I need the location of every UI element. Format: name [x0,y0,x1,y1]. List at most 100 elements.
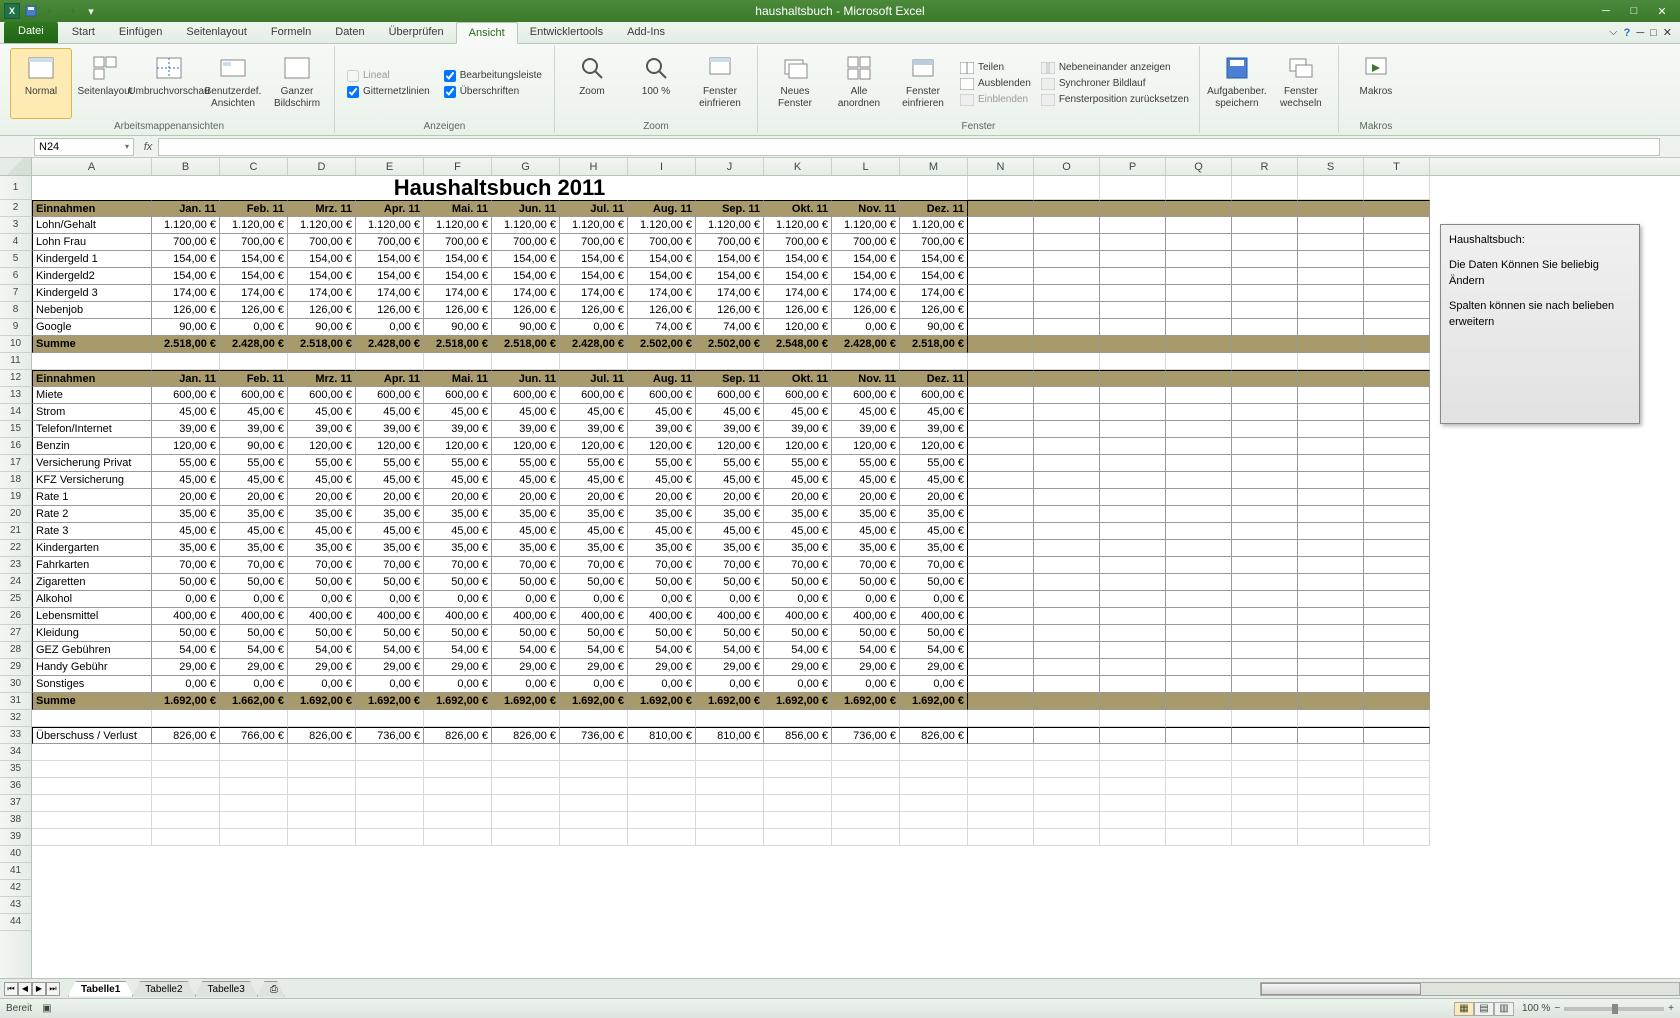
cell[interactable]: 826,00 € [900,727,968,744]
cell[interactable] [1298,234,1364,251]
cell[interactable] [1166,710,1232,727]
cell[interactable]: Feb. 11 [220,370,288,387]
cell[interactable] [1100,557,1166,574]
cell[interactable] [1100,234,1166,251]
cell[interactable] [1100,659,1166,676]
cell[interactable] [1232,591,1298,608]
cell[interactable] [1100,489,1166,506]
cell[interactable]: Jun. 11 [492,370,560,387]
cell[interactable] [968,744,1034,761]
cell[interactable] [1034,540,1100,557]
cell[interactable]: 35,00 € [152,506,220,523]
cell[interactable]: 0,00 € [492,591,560,608]
new-window-button[interactable]: Neues Fenster [764,48,826,119]
cell[interactable] [356,795,424,812]
cell[interactable]: 700,00 € [832,234,900,251]
cell[interactable]: 600,00 € [900,387,968,404]
cell[interactable]: 126,00 € [900,302,968,319]
cell[interactable]: 1.120,00 € [628,217,696,234]
cell[interactable] [1100,251,1166,268]
cell[interactable] [424,795,492,812]
cell[interactable]: 70,00 € [152,557,220,574]
cell[interactable] [1100,302,1166,319]
cell[interactable]: 45,00 € [696,404,764,421]
cell[interactable] [1298,727,1364,744]
cell[interactable] [1364,336,1430,353]
cell[interactable]: 400,00 € [560,608,628,625]
cell[interactable] [1100,200,1166,217]
cell[interactable]: 1.120,00 € [492,217,560,234]
cell[interactable]: 120,00 € [764,438,832,455]
cell[interactable]: 736,00 € [832,727,900,744]
cell[interactable]: 35,00 € [560,506,628,523]
cell[interactable]: 54,00 € [764,642,832,659]
cell[interactable] [1100,693,1166,710]
maximize-button[interactable]: □ [1620,3,1648,19]
col-header-O[interactable]: O [1034,158,1100,175]
cell[interactable] [1232,761,1298,778]
cell[interactable]: 600,00 € [424,387,492,404]
cell[interactable]: 50,00 € [628,574,696,591]
cell[interactable] [1364,285,1430,302]
cell[interactable]: 154,00 € [356,251,424,268]
cell[interactable] [1100,523,1166,540]
cell[interactable]: 45,00 € [152,472,220,489]
cell[interactable]: 600,00 € [288,387,356,404]
cell[interactable] [968,268,1034,285]
cell[interactable] [968,710,1034,727]
cell[interactable]: 154,00 € [560,268,628,285]
cell[interactable]: 29,00 € [492,659,560,676]
col-header-B[interactable]: B [152,158,220,175]
cell[interactable] [1100,421,1166,438]
cell[interactable]: 50,00 € [288,625,356,642]
qat-save-icon[interactable] [22,2,40,20]
cell[interactable] [832,761,900,778]
cell[interactable]: 700,00 € [900,234,968,251]
cell[interactable]: Strom [32,404,152,421]
cell[interactable] [288,829,356,846]
ribbon-tab-add-ins[interactable]: Add-Ins [615,22,677,43]
cell[interactable]: 126,00 € [560,302,628,319]
cell[interactable]: 35,00 € [696,540,764,557]
cell[interactable]: 55,00 € [492,455,560,472]
cell[interactable] [1166,795,1232,812]
cell[interactable]: Mai. 11 [424,200,492,217]
cell[interactable]: 29,00 € [424,659,492,676]
cell[interactable] [152,744,220,761]
cell[interactable]: 74,00 € [628,319,696,336]
cell[interactable]: 45,00 € [900,404,968,421]
cell[interactable]: Lohn/Gehalt [32,217,152,234]
sheet-tab-tabelle3[interactable]: Tabelle3 [195,981,258,997]
cell[interactable] [1034,421,1100,438]
cell[interactable]: 154,00 € [424,251,492,268]
cell[interactable]: 35,00 € [356,540,424,557]
cell[interactable]: Jun. 11 [492,200,560,217]
cell[interactable]: 126,00 € [220,302,288,319]
cell[interactable]: Apr. 11 [356,370,424,387]
cell[interactable] [220,829,288,846]
cell[interactable] [628,795,696,812]
cell[interactable]: 0,00 € [424,676,492,693]
row-header-6[interactable]: 6 [0,268,31,285]
cell[interactable] [1232,421,1298,438]
cell[interactable] [968,591,1034,608]
close-button[interactable]: ✕ [1648,3,1676,19]
cell[interactable]: 50,00 € [900,574,968,591]
cell[interactable]: Okt. 11 [764,200,832,217]
cell[interactable]: 54,00 € [832,642,900,659]
cell[interactable]: 154,00 € [288,251,356,268]
cell[interactable] [1232,812,1298,829]
cell[interactable]: 35,00 € [764,506,832,523]
cell[interactable]: 20,00 € [764,489,832,506]
cell[interactable]: 39,00 € [628,421,696,438]
col-header-I[interactable]: I [628,158,696,175]
cell[interactable] [1034,693,1100,710]
cell[interactable]: 600,00 € [220,387,288,404]
cell[interactable]: 50,00 € [152,574,220,591]
qat-undo-icon[interactable] [42,2,60,20]
cell[interactable]: 35,00 € [832,506,900,523]
cell[interactable] [1034,574,1100,591]
cell[interactable]: 35,00 € [424,506,492,523]
cell[interactable]: 154,00 € [696,268,764,285]
cell[interactable] [1034,438,1100,455]
